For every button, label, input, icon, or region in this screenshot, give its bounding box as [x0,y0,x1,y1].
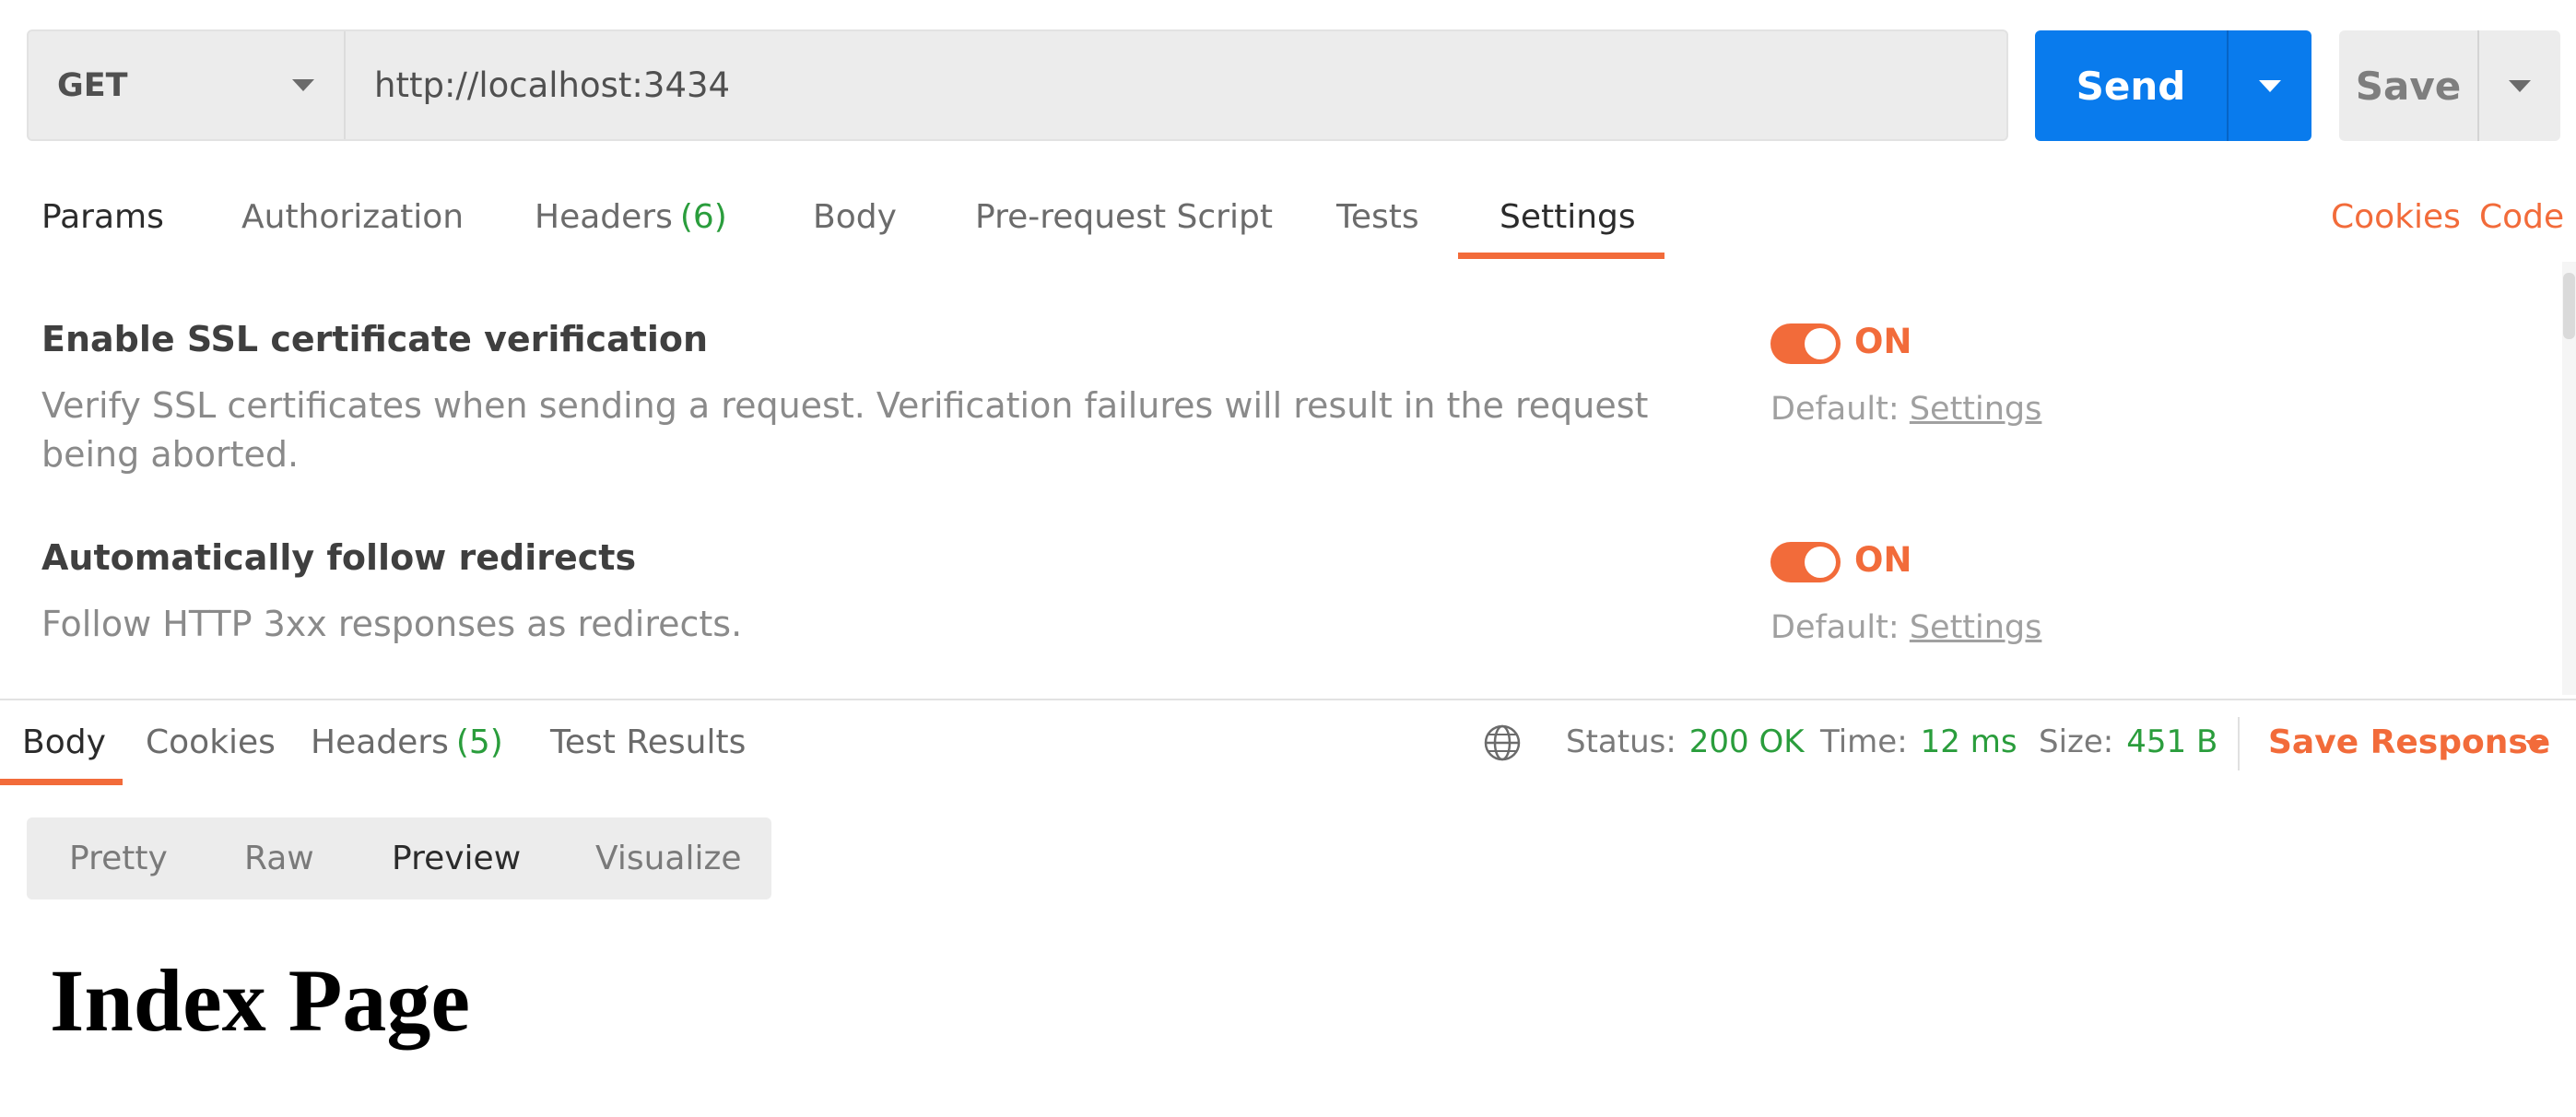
follow-redirects-description: Follow HTTP 3xx responses as redirects. [41,604,743,644]
settings-scrollbar-thumb[interactable] [2563,273,2575,339]
tab-test-results[interactable]: Test Results [550,723,746,761]
save-options-button[interactable] [2479,30,2560,141]
view-mode-pretty[interactable]: Pretty [69,840,168,877]
chevron-down-icon[interactable] [2525,740,2546,752]
cookies-link[interactable]: Cookies [2331,198,2461,236]
chevron-down-icon [292,79,314,91]
active-tab-indicator [1458,253,1664,259]
tab-response-headers-label: Headers [311,723,449,761]
view-mode-visualize[interactable]: Visualize [595,840,742,877]
tab-headers-label: Headers [535,198,673,236]
tab-tests[interactable]: Tests [1336,198,1419,236]
tab-settings[interactable]: Settings [1500,198,1636,236]
size-label: Size: [2039,723,2114,760]
preview-heading: Index Page [50,951,470,1050]
follow-redirects-title: Automatically follow redirects [41,537,637,578]
save-button[interactable]: Save [2339,30,2560,141]
tab-headers-count: (6) [679,198,727,236]
code-link[interactable]: Code [2479,198,2564,236]
request-tabs: Params Authorization Headers (6) Body Pre… [0,184,2576,262]
send-options-button[interactable] [2229,30,2311,141]
response-status: Status: 200 OK [1566,723,1805,760]
view-mode-selector: Pretty Raw Preview Visualize [27,817,771,899]
default-settings-link[interactable]: Settings [1910,609,2042,646]
follow-redirects-default: Default: Settings [1770,609,2041,646]
default-prefix: Default: [1770,609,1900,646]
status-label: Status: [1566,723,1676,760]
response-tabs: Body Cookies Headers (5) Test Results Sta… [0,700,2576,793]
ssl-verification-state: ON [1854,322,1912,361]
tab-response-headers[interactable]: Headers (5) [311,723,503,761]
chevron-down-icon [2509,79,2531,92]
default-settings-link[interactable]: Settings [1910,391,2042,428]
ssl-verification-toggle[interactable] [1770,323,1841,364]
tab-params[interactable]: Params [41,198,164,236]
tab-response-headers-count: (5) [455,723,503,761]
tab-body[interactable]: Body [813,198,897,236]
settings-panel: Enable SSL certificate verification Veri… [0,262,2576,700]
method-select[interactable]: GET [29,31,346,139]
tab-headers[interactable]: Headers (6) [535,198,727,236]
status-value: 200 OK [1688,723,1805,760]
method-label: GET [57,66,128,104]
url-input[interactable]: http://localhost:3434 [346,65,2006,105]
ssl-verification-default: Default: Settings [1770,391,2041,428]
save-response-button[interactable]: Save Response [2268,723,2550,761]
time-label: Time: [1820,723,1908,760]
default-prefix: Default: [1770,391,1900,428]
save-button-label: Save [2339,30,2479,141]
time-value: 12 ms [1920,723,2017,760]
tab-authorization[interactable]: Authorization [241,198,464,236]
view-mode-preview[interactable]: Preview [392,840,521,877]
view-mode-raw[interactable]: Raw [244,840,314,877]
globe-icon[interactable] [1482,723,1523,763]
response-size: Size: 451 B [2039,723,2217,760]
tab-response-cookies[interactable]: Cookies [146,723,276,761]
ssl-verification-title: Enable SSL certificate verification [41,319,709,359]
status-separator [2238,717,2240,770]
follow-redirects-state: ON [1854,540,1912,580]
request-bar: GET http://localhost:3434 [27,29,2008,141]
ssl-verification-description: Verify SSL certificates when sending a r… [41,385,1649,475]
send-button-label: Send [2035,30,2229,141]
tab-pre-request-script[interactable]: Pre-request Script [975,198,1273,236]
send-button[interactable]: Send [2035,30,2311,141]
response-time: Time: 12 ms [1820,723,2017,760]
size-value: 451 B [2126,723,2218,760]
tab-response-body[interactable]: Body [22,723,106,761]
follow-redirects-toggle[interactable] [1770,542,1841,582]
chevron-down-icon [2259,79,2281,92]
active-response-tab-indicator [0,779,123,785]
